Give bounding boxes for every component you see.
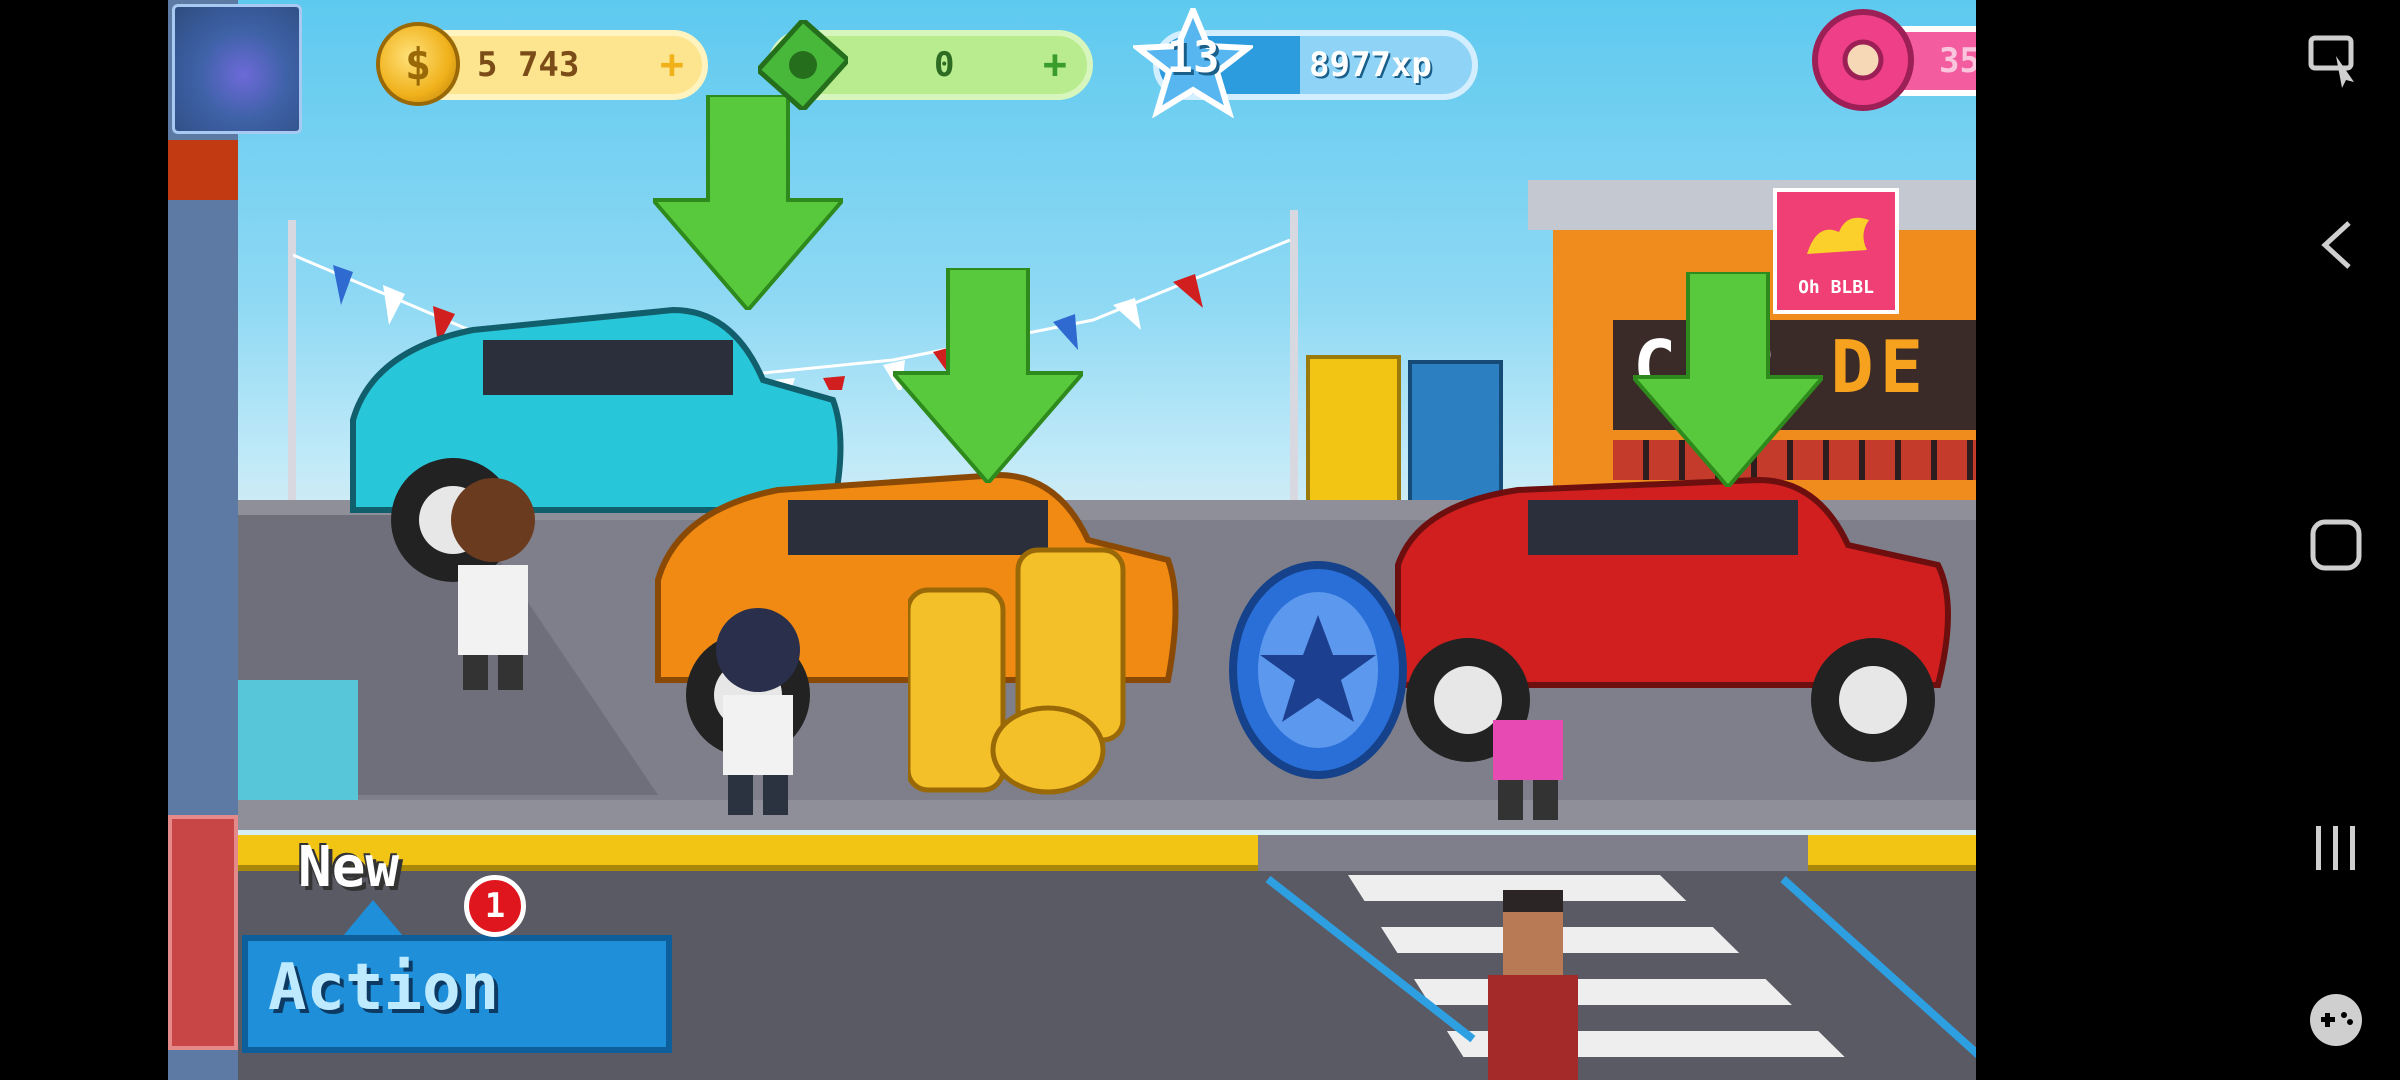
car-red-suv[interactable] [1378,455,1976,795]
arrow-down-icon[interactable] [653,95,843,310]
water-edge [238,680,358,800]
character-figure[interactable] [438,470,548,700]
left-panel-strip [168,0,238,1080]
shop-title-accent: DE [1830,325,1930,409]
cash-icon [758,20,848,110]
action-button[interactable]: Action [242,935,672,1053]
add-cash-icon[interactable]: + [1043,42,1067,88]
screenshot-tool-button[interactable] [2296,20,2376,100]
xp-value: 8977xp [1309,45,1432,85]
recents-button[interactable] [2296,808,2376,888]
add-coins-icon[interactable]: + [660,42,684,88]
arrow-down-icon[interactable] [893,268,1083,483]
action-button-label: Action [268,951,500,1025]
character-figure[interactable] [1468,885,1598,1080]
star-coin-icon[interactable] [1228,560,1408,780]
player-avatar[interactable] [172,4,302,134]
caret-up-icon [343,900,403,936]
screen-assist-icon [2308,35,2354,88]
coin-count: 5 743 [477,45,580,85]
curb-gap [1258,835,1808,871]
donut-icon [1812,9,1914,111]
coin-stack[interactable] [908,540,1128,800]
arrow-down-icon[interactable] [1633,272,1823,487]
home-button[interactable] [2296,505,2376,585]
character-figure[interactable] [703,600,813,830]
new-label: New [298,835,400,900]
game-tools-button[interactable] [2296,980,2376,1060]
coin-icon: $ [376,22,460,106]
flame-logo-icon [1807,217,1869,254]
back-icon [2321,221,2351,269]
player-level: 13 [1166,32,1220,83]
left-strip-accent [168,140,238,200]
back-button[interactable] [2296,205,2376,285]
gamepad-icon [2310,994,2362,1046]
game-viewport[interactable]: Oh BLBL CAR DE [168,0,1976,1080]
left-strip-panel [168,815,238,1050]
building-roof [1528,180,1976,230]
recents-icon [2316,826,2355,870]
home-icon [2310,519,2362,571]
notification-badge: 1 [464,875,526,937]
system-navigation-bar [1976,0,2400,1080]
cash-count: 0 [934,45,955,85]
character-figure[interactable] [1473,710,1583,830]
donut-count: 35/35 [1939,41,1976,81]
